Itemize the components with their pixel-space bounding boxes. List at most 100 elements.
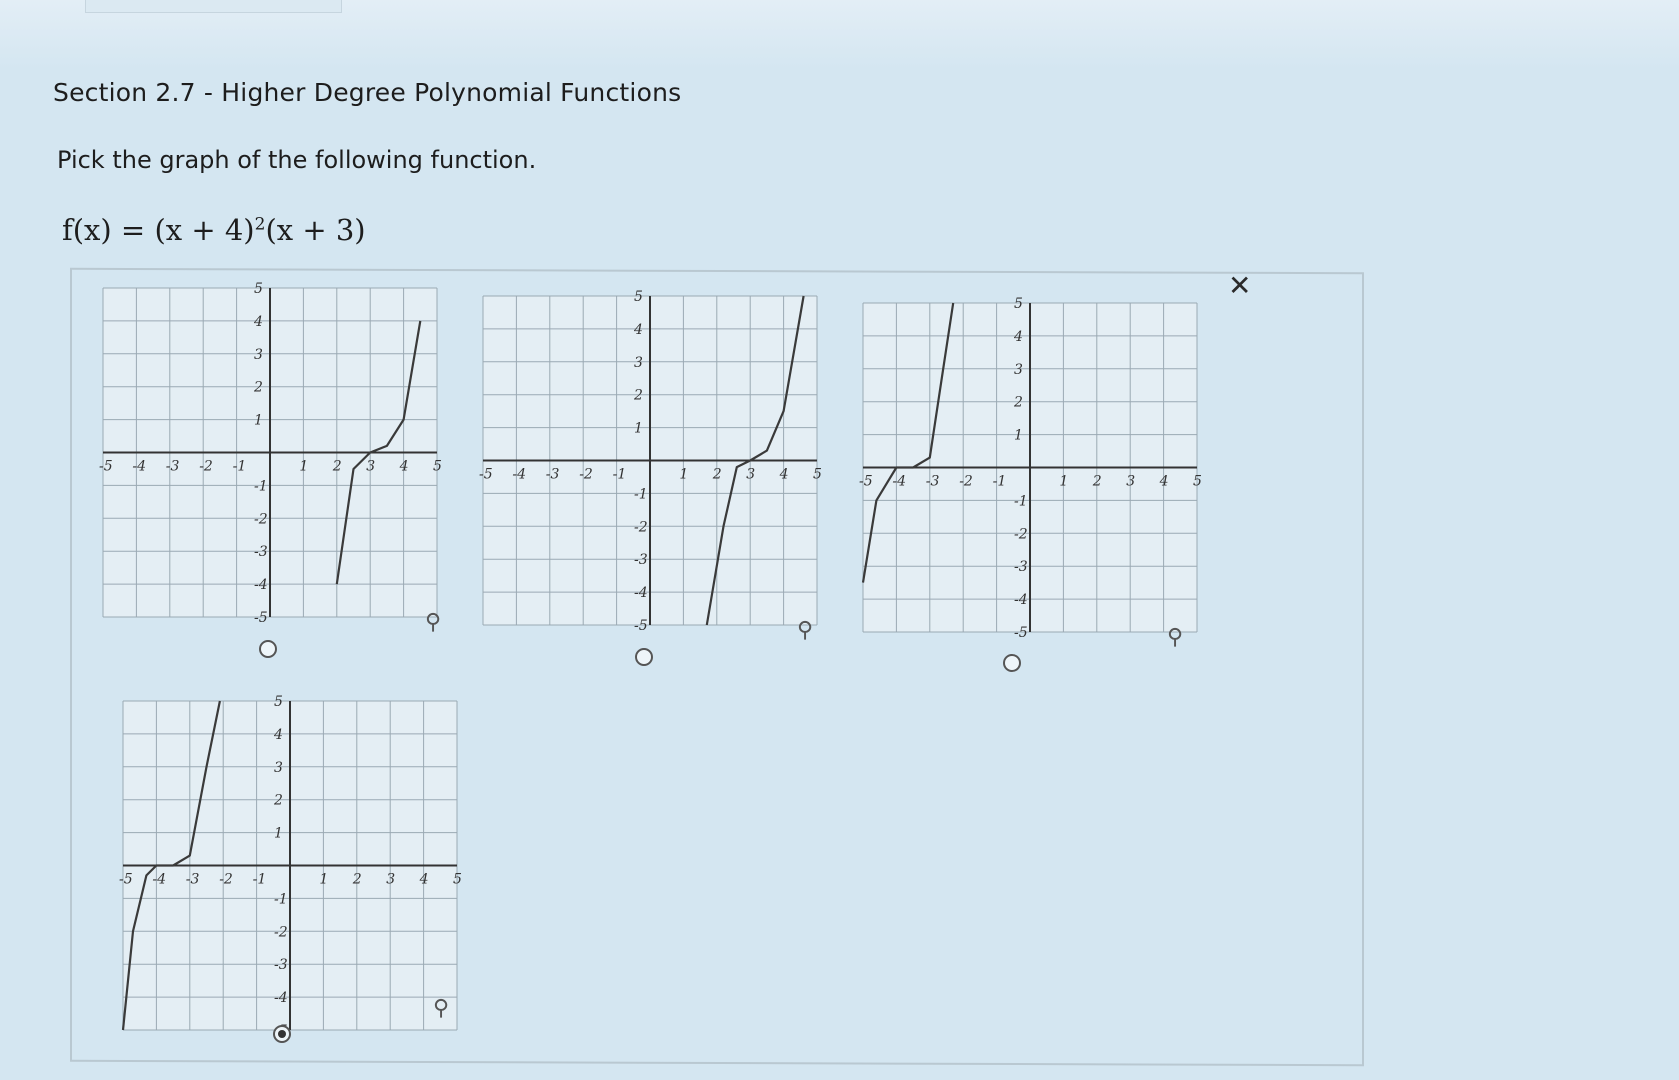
y-tick-label: 4 (633, 322, 643, 338)
y-tick-label: -2 (254, 511, 268, 527)
formula-exponent: 2 (254, 214, 266, 235)
y-tick-label: 1 (254, 413, 263, 429)
x-tick-label: 3 (366, 459, 375, 475)
x-tick-label: 1 (679, 467, 688, 483)
graph-option-c[interactable]: -5 -4 -3 -2 -1 1 2 3 4 5 5 4 3 2 1 -1 -2 -3 -4 -5 (845, 285, 1215, 650)
x-tick-label: 4 (1159, 474, 1169, 490)
magnifier-icon[interactable]: ⚲ (1167, 627, 1183, 649)
x-tick-label: 4 (399, 459, 409, 475)
radio-option-c[interactable] (1003, 654, 1021, 672)
x-tick-label: -3 (186, 872, 200, 888)
y-tick-label: -1 (1014, 493, 1028, 509)
radio-option-b[interactable] (635, 648, 653, 666)
y-tick-label: -3 (254, 544, 268, 560)
y-tick-label: 5 (1014, 296, 1023, 312)
x-tick-label: 3 (386, 872, 395, 888)
x-tick-label: -5 (859, 474, 873, 490)
x-tick-label: -5 (99, 459, 113, 475)
x-tick-label: -5 (119, 872, 133, 888)
y-tick-label: -1 (274, 891, 288, 907)
x-tick-label: -1 (993, 474, 1007, 490)
y-tick-label: -2 (634, 519, 648, 535)
top-tab[interactable] (85, 0, 342, 13)
x-tick-label: -1 (613, 467, 627, 483)
graph-d-svg: -5-4-3-2-11234554321-1-2-3-4-5 (119, 694, 462, 1039)
top-bar (0, 0, 1679, 70)
x-tick-label: 1 (299, 459, 308, 475)
x-tick-label: -3 (166, 459, 180, 475)
close-icon: ✕ (1228, 269, 1252, 302)
y-tick-label: 1 (634, 421, 643, 437)
formula-base: (x + 4) (154, 213, 255, 247)
y-tick-label: 4 (253, 314, 263, 330)
y-tick-label: 4 (273, 727, 283, 743)
y-tick-label: -4 (274, 990, 288, 1006)
x-tick-label: -4 (152, 872, 166, 888)
y-tick-label: -5 (634, 618, 648, 634)
y-tick-label: -2 (274, 924, 288, 940)
y-tick-label: 2 (253, 380, 263, 396)
x-tick-label: -3 (546, 467, 560, 483)
x-tick-label: -4 (512, 467, 526, 483)
y-tick-label: -5 (254, 610, 268, 626)
x-tick-label: 4 (419, 872, 429, 888)
y-tick-label: 5 (634, 289, 643, 305)
y-tick-label: 3 (274, 760, 283, 776)
y-tick-label: -2 (1014, 526, 1028, 542)
x-tick-label: 2 (1092, 474, 1102, 490)
y-tick-label: 4 (1013, 329, 1023, 345)
y-tick-label: -1 (254, 478, 268, 494)
y-tick-label: 3 (634, 355, 643, 371)
magnifier-icon[interactable]: ⚲ (433, 998, 449, 1020)
y-tick-label: 5 (274, 694, 283, 710)
y-tick-label: -3 (274, 957, 288, 973)
x-tick-label: -4 (132, 459, 146, 475)
x-tick-label: 2 (712, 467, 722, 483)
x-tick-label: -2 (959, 474, 973, 490)
magnifier-icon[interactable]: ⚲ (425, 612, 441, 634)
y-tick-label: -4 (634, 585, 648, 601)
y-tick-label: 2 (633, 388, 643, 404)
x-tick-label: -5 (479, 467, 493, 483)
y-tick-label: -5 (1014, 625, 1028, 641)
graph-b-svg: -5 -4 -3 -2 -1 1 2 3 4 5 5 4 3 2 1 -1 -2 -3 -4 -5 (479, 289, 822, 634)
x-tick-label: 5 (1193, 474, 1202, 490)
y-tick-label: 1 (274, 826, 283, 842)
x-tick-label: 3 (746, 467, 755, 483)
x-tick-label: 2 (332, 459, 342, 475)
x-tick-label: -3 (926, 474, 940, 490)
x-tick-label: 5 (813, 467, 822, 483)
y-tick-label: 2 (1013, 395, 1023, 411)
y-tick-label: -4 (1014, 592, 1028, 608)
y-tick-label: -3 (634, 552, 648, 568)
y-tick-label: -3 (1014, 559, 1028, 575)
x-tick-label: -1 (233, 459, 247, 475)
y-tick-label: -4 (254, 577, 268, 593)
magnifier-icon[interactable]: ⚲ (797, 620, 813, 642)
y-tick-label: 1 (1014, 428, 1023, 444)
y-tick-label: 3 (1014, 362, 1023, 378)
graph-option-b[interactable]: -5 -4 -3 -2 -1 1 2 3 4 5 5 4 3 2 1 -1 -2 -3 -4 -5 (465, 278, 835, 643)
y-tick-label: -1 (634, 486, 648, 502)
formula-lhs: f(x) = (62, 213, 155, 247)
function-formula: f(x) = (x + 4)2(x + 3) (62, 213, 366, 247)
radio-option-a[interactable] (259, 640, 277, 658)
y-tick-label: 2 (273, 793, 283, 809)
x-tick-label: -2 (579, 467, 593, 483)
section-title: Section 2.7 - Higher Degree Polynomial F… (53, 78, 682, 107)
x-tick-label: -4 (892, 474, 906, 490)
x-tick-label: -2 (219, 872, 233, 888)
x-tick-label: 3 (1126, 474, 1135, 490)
radio-option-d[interactable] (273, 1025, 291, 1043)
graph-option-a[interactable]: -5 -4 -3 -2 -1 1 2 3 4 5 5 4 3 2 1 -1 -2 -3 -4 -5 (85, 270, 455, 635)
x-tick-label: 5 (433, 459, 442, 475)
graph-c-svg: -5 -4 -3 -2 -1 1 2 3 4 5 5 4 3 2 1 -1 -2 -3 -4 -5 (859, 296, 1202, 641)
x-tick-label: 1 (319, 872, 328, 888)
x-tick-label: 1 (1059, 474, 1068, 490)
question-prompt: Pick the graph of the following function… (57, 146, 537, 174)
graph-option-d[interactable]: -5-4-3-2-11234554321-1-2-3-4-5 (105, 683, 475, 1048)
y-tick-label: 5 (254, 281, 263, 297)
graph-a-svg: -5 -4 -3 -2 -1 1 2 3 4 5 5 4 3 2 1 -1 -2 -3 -4 -5 (99, 281, 442, 626)
y-tick-label: 3 (254, 347, 263, 363)
formula-rest: (x + 3) (265, 213, 366, 247)
